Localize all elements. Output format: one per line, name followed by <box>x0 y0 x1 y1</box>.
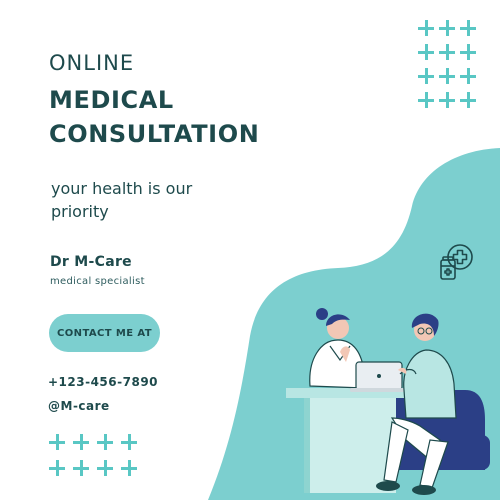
doctor-role: medical specialist <box>50 276 145 287</box>
tagline: your health is our priority <box>51 177 251 223</box>
laptop <box>350 361 406 392</box>
headline-consultation: CONSULTATION <box>49 120 260 148</box>
plus-icon <box>73 460 89 476</box>
tagline-line-2: priority <box>51 202 109 221</box>
medicine-cross-icon <box>440 244 473 280</box>
plus-icon <box>418 20 434 36</box>
contact-me-button[interactable]: CONTACT ME AT <box>49 314 160 352</box>
plus-icon <box>439 68 455 84</box>
plus-icon <box>49 460 65 476</box>
headline-medical: MEDICAL <box>49 86 174 114</box>
doctor-name: Dr M-Care <box>50 254 132 270</box>
plus-icon <box>460 44 476 60</box>
tagline-line-1: your health is our <box>51 179 193 198</box>
plus-icon <box>121 460 137 476</box>
plus-icon <box>97 460 113 476</box>
plus-icon <box>418 68 434 84</box>
plus-icon <box>439 20 455 36</box>
plus-icon <box>121 434 137 450</box>
plus-icon <box>439 92 455 108</box>
plus-icon <box>460 20 476 36</box>
plus-icon <box>439 44 455 60</box>
phone-number[interactable]: +123-456-7890 <box>48 375 158 389</box>
social-handle[interactable]: @M-care <box>48 399 110 413</box>
doctor-patient-consultation-illustration <box>286 308 490 495</box>
plus-icon <box>49 434 65 450</box>
poster: ONLINE MEDICAL CONSULTATION your health … <box>0 0 500 500</box>
plus-icon <box>460 92 476 108</box>
plus-icon <box>418 92 434 108</box>
plus-icon <box>97 434 113 450</box>
plus-icon <box>418 44 434 60</box>
plus-icon <box>73 434 89 450</box>
plus-icon <box>460 68 476 84</box>
headline-online: ONLINE <box>49 51 135 75</box>
